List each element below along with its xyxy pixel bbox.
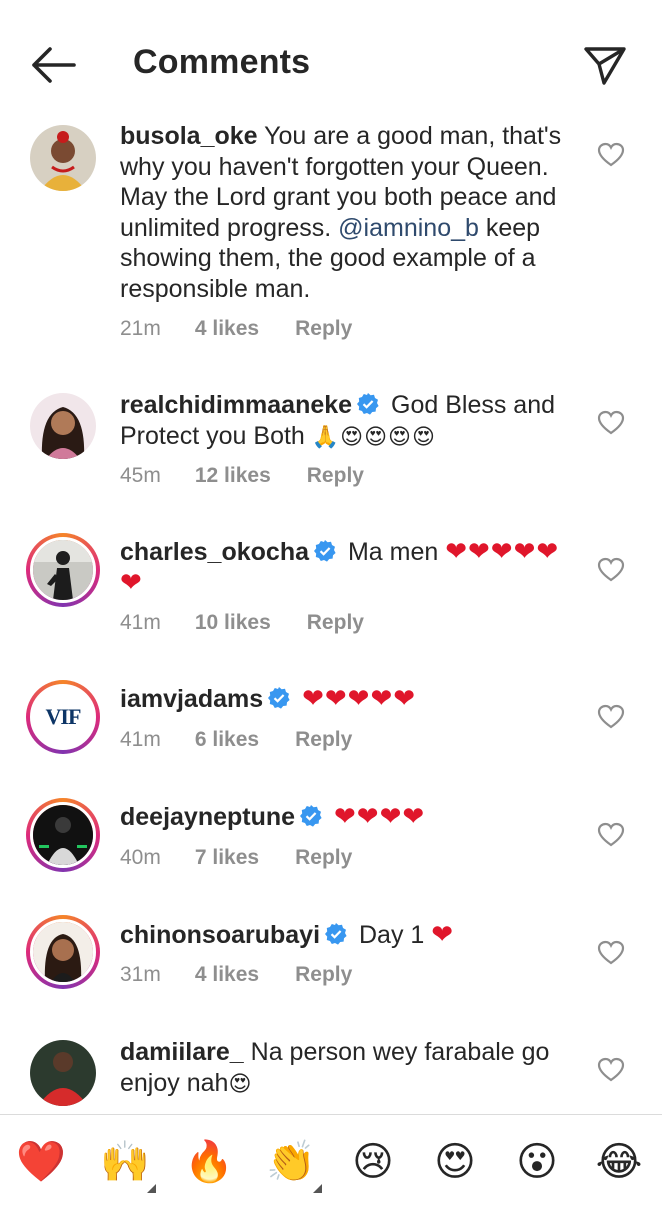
raising-hands-emoji-icon[interactable]: 🙌 [98, 1135, 156, 1193]
comment-meta: 31m 4 likes Reply [120, 963, 352, 987]
comment-time: 31m [120, 963, 161, 986]
red-heart-emoji-icon[interactable]: ❤️ [14, 1135, 68, 1189]
like-heart-icon[interactable] [597, 704, 625, 730]
verified-badge-icon [314, 540, 336, 562]
avatar[interactable] [30, 393, 96, 459]
avatar-image: VIF [30, 684, 96, 750]
emoji-glyph: 😂 [595, 1139, 643, 1185]
comment-likes[interactable]: 4 likes [195, 963, 259, 987]
comment-emojis: ❤ [431, 920, 455, 950]
fire-emoji-icon[interactable]: 🔥 [182, 1135, 236, 1189]
comment-time: 21m [120, 317, 161, 340]
comment-username[interactable]: realchidimmaaneke [120, 391, 352, 419]
back-arrow-icon[interactable] [24, 40, 80, 90]
reply-button[interactable]: Reply [295, 317, 352, 341]
comment-body: Day 1 [359, 921, 425, 949]
comment-time: 45m [120, 464, 161, 487]
comment-meta: 41m 10 likes Reply [120, 611, 364, 635]
reply-button[interactable]: Reply [295, 846, 352, 870]
comment-likes[interactable]: 6 likes [195, 728, 259, 752]
like-heart-icon[interactable] [597, 557, 625, 583]
comment-meta: 45m 12 likes Reply [120, 464, 364, 488]
comment-emojis: ❤❤❤❤ [334, 802, 426, 832]
comment-text: iamvjadams ❤❤❤❤❤ [120, 684, 575, 715]
comment-likes[interactable]: 10 likes [195, 611, 271, 635]
like-heart-icon[interactable] [597, 940, 625, 966]
comment-time: 40m [120, 846, 161, 869]
emoji-glyph: 😢 [352, 1139, 394, 1185]
reply-button[interactable]: Reply [307, 464, 364, 488]
like-heart-icon[interactable] [597, 822, 625, 848]
comment-meta: 40m 7 likes Reply [120, 846, 352, 870]
emoji-glyph: 👏 [266, 1139, 316, 1185]
page-title: Comments [133, 43, 311, 81]
avatar[interactable] [30, 125, 96, 191]
comment-emojis: 🙏😍😍😍😍 [311, 424, 436, 450]
avatar[interactable] [26, 533, 100, 607]
reply-button[interactable]: Reply [295, 728, 352, 752]
crying-face-emoji-icon[interactable]: 😢 [346, 1135, 400, 1189]
comment-text: chinonsoarubayi Day 1 ❤ [120, 920, 575, 951]
comment-text: deejayneptune ❤❤❤❤ [120, 802, 575, 833]
like-heart-icon[interactable] [597, 142, 625, 168]
send-icon[interactable] [578, 40, 630, 90]
avatar-image [30, 919, 96, 985]
avatar-logo-text: VIF [45, 704, 82, 729]
emoji-glyph: 🔥 [184, 1139, 234, 1185]
comment-username[interactable]: iamvjadams [120, 685, 263, 713]
comment-likes[interactable]: 7 likes [195, 846, 259, 870]
comment-time: 41m [120, 728, 161, 751]
comment-text: damiilare_ Na person wey farabale go enj… [120, 1037, 575, 1100]
emoji-glyph: ❤️ [16, 1139, 66, 1185]
skin-tone-indicator-icon [313, 1184, 322, 1193]
skin-tone-indicator-icon [147, 1184, 156, 1193]
comment-likes[interactable]: 4 likes [195, 317, 259, 341]
tears-of-joy-emoji-icon[interactable]: 😂 [592, 1135, 646, 1189]
like-heart-icon[interactable] [597, 1057, 625, 1083]
comment-meta: 21m 4 likes Reply [120, 317, 352, 341]
emoji-reaction-bar: ❤️ 🙌 🔥 👏 😢 😍 😮 😂 [0, 1114, 662, 1209]
emoji-glyph: 😍 [434, 1139, 476, 1185]
comment-username[interactable]: deejayneptune [120, 803, 295, 831]
verified-badge-icon [300, 805, 322, 827]
avatar[interactable] [26, 798, 100, 872]
avatar[interactable] [30, 1040, 96, 1106]
like-heart-icon[interactable] [597, 410, 625, 436]
verified-badge-icon [268, 687, 290, 709]
mention-link[interactable]: @iamnino_b [338, 214, 479, 242]
comment-meta: 41m 6 likes Reply [120, 728, 352, 752]
comment-username[interactable]: damiilare_ [120, 1038, 244, 1066]
emoji-glyph: 😮 [516, 1139, 558, 1185]
avatar-image [30, 537, 96, 603]
clapping-hands-emoji-icon[interactable]: 👏 [264, 1135, 322, 1193]
verified-badge-icon [325, 923, 347, 945]
heart-eyes-emoji-icon[interactable]: 😍 [428, 1135, 482, 1189]
emoji-glyph: 🙌 [100, 1139, 150, 1185]
comment-username[interactable]: charles_okocha [120, 538, 309, 566]
comment-likes[interactable]: 12 likes [195, 464, 271, 488]
comment-username[interactable]: chinonsoarubayi [120, 921, 320, 949]
comment-emojis: ❤❤❤❤❤ [302, 684, 417, 714]
comment-text: charles_okocha Ma men ❤❤❤❤❤❤ [120, 537, 575, 598]
comment-text: realchidimmaaneke God Bless and Protect … [120, 390, 575, 453]
reply-button[interactable]: Reply [307, 611, 364, 635]
reply-button[interactable]: Reply [295, 963, 352, 987]
comment-text: busola_oke You are a good man, that's wh… [120, 121, 575, 304]
surprised-face-emoji-icon[interactable]: 😮 [510, 1135, 564, 1189]
avatar[interactable]: VIF [26, 680, 100, 754]
comment-time: 41m [120, 611, 161, 634]
comment-username[interactable]: busola_oke [120, 122, 258, 150]
top-bar: Comments [0, 0, 662, 122]
comment-body: Ma men [347, 538, 439, 566]
comment-emojis: 😍 [228, 1071, 253, 1097]
avatar-image [30, 802, 96, 868]
avatar[interactable] [26, 915, 100, 989]
verified-badge-icon [357, 393, 379, 415]
